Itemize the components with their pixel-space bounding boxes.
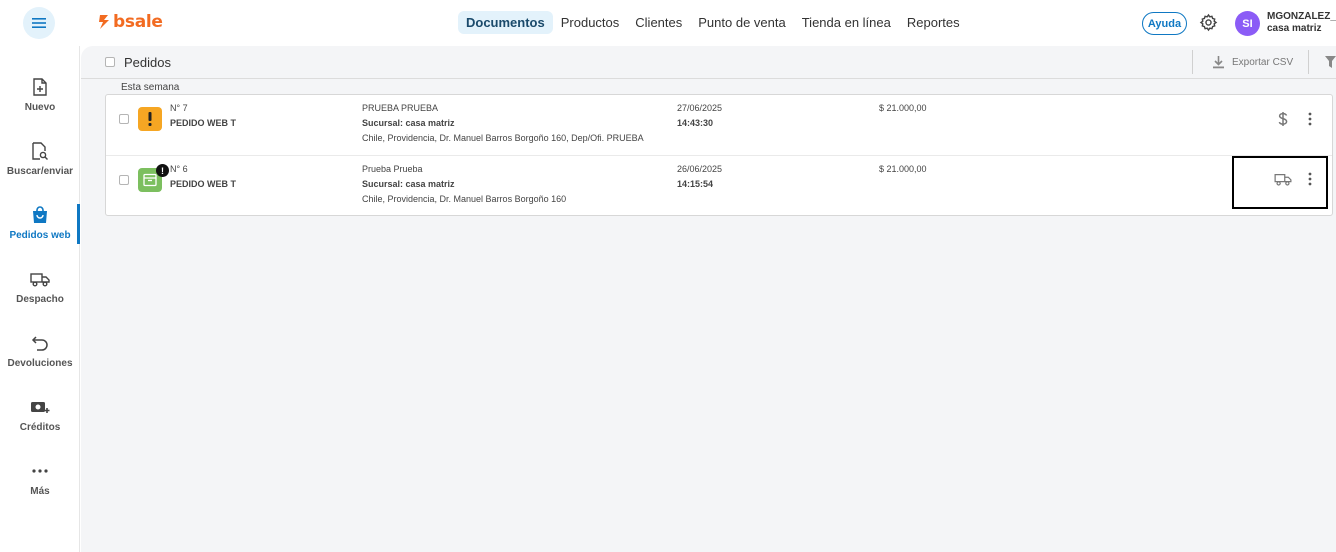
- user-name: MGONZALEZ_...: [1267, 11, 1336, 22]
- highlight-box: [1232, 156, 1328, 209]
- orders-list: N° 7 PEDIDO WEB T PRUEBA PRUEBA Sucursal…: [105, 94, 1333, 216]
- bsale-logo[interactable]: bsale: [98, 12, 163, 32]
- download-icon: [1213, 56, 1224, 69]
- order-date: 27/06/2025: [677, 103, 723, 113]
- row-checkbox[interactable]: [119, 175, 129, 185]
- order-row[interactable]: N° 7 PEDIDO WEB T PRUEBA PRUEBA Sucursal…: [106, 95, 1332, 155]
- top-bar: bsale Documentos Productos Clientes Punt…: [0, 0, 1336, 46]
- order-branch: Sucursal: casa matriz: [362, 118, 455, 128]
- exclamation-icon: [148, 112, 152, 126]
- sidebar-item-label: Pedidos web: [9, 230, 71, 241]
- return-arrow-icon: [31, 336, 48, 351]
- filter-icon: [1325, 56, 1336, 68]
- nav-clientes[interactable]: Clientes: [627, 11, 690, 34]
- file-plus-icon: [33, 78, 47, 96]
- help-button[interactable]: Ayuda: [1142, 12, 1187, 35]
- order-number: N° 7: [170, 103, 188, 113]
- sidebar-item-devoluciones[interactable]: Devoluciones: [0, 326, 80, 382]
- sidebar-item-label: Devoluciones: [7, 358, 73, 369]
- order-time: 14:43:30: [677, 118, 714, 128]
- order-amount: $ 21.000,00: [879, 164, 927, 174]
- order-type: PEDIDO WEB T: [170, 118, 237, 128]
- export-csv-button[interactable]: Exportar CSV: [1212, 55, 1293, 69]
- nav-productos[interactable]: Productos: [553, 11, 628, 34]
- row-checkbox[interactable]: [119, 114, 129, 124]
- order-address: Chile, Providencia, Dr. Manuel Barros Bo…: [362, 194, 567, 204]
- order-address: Chile, Providencia, Dr. Manuel Barros Bo…: [362, 133, 644, 143]
- archive-box-icon: [143, 173, 157, 187]
- order-time: 14:15:54: [677, 179, 714, 189]
- menu-button[interactable]: [23, 7, 55, 39]
- row-more-button[interactable]: [1302, 110, 1318, 128]
- order-date: 26/06/2025: [677, 164, 723, 174]
- file-search-icon: [32, 142, 48, 160]
- more-dots-icon: [32, 469, 48, 473]
- section-label: Esta semana: [121, 82, 180, 93]
- user-avatar[interactable]: SI: [1235, 11, 1260, 36]
- sidebar-item-label: Despacho: [16, 294, 64, 305]
- toolbar-divider: [1308, 50, 1309, 74]
- nav-tienda-en-linea[interactable]: Tienda en línea: [794, 11, 899, 34]
- order-branch: Sucursal: casa matriz: [362, 179, 455, 189]
- settings-button[interactable]: [1199, 13, 1218, 35]
- page-title: Pedidos: [124, 55, 171, 70]
- truck-icon: [30, 273, 50, 287]
- main-content: Pedidos Exportar CSV Esta semana N° 7 PE…: [81, 46, 1336, 552]
- alert-dot-icon: !: [156, 164, 169, 177]
- gear-icon: [1199, 13, 1218, 32]
- export-csv-label: Exportar CSV: [1232, 56, 1294, 68]
- order-client: PRUEBA PRUEBA: [362, 103, 439, 113]
- sidebar-item-creditos[interactable]: Créditos: [0, 390, 80, 446]
- sidebar-item-label: Buscar/enviar: [6, 166, 74, 177]
- sidebar-item-pedidos-web[interactable]: Pedidos web: [0, 198, 80, 254]
- order-row[interactable]: ! N° 6 PEDIDO WEB T Prueba Prueba Sucurs…: [106, 155, 1332, 215]
- payment-button[interactable]: [1274, 110, 1292, 128]
- order-type: PEDIDO WEB T: [170, 179, 237, 189]
- order-number: N° 6: [170, 164, 188, 174]
- sidebar-item-label: Créditos: [19, 422, 61, 433]
- sidebar-item-nuevo[interactable]: Nuevo: [0, 70, 80, 126]
- bsale-logo-mark-icon: [99, 15, 109, 29]
- sidebar-item-label: Más: [30, 486, 50, 497]
- order-client: Prueba Prueba: [362, 164, 423, 174]
- kebab-menu-icon: [1308, 112, 1312, 126]
- money-plus-icon: [31, 402, 50, 413]
- list-toolbar: Pedidos Exportar CSV: [81, 46, 1336, 79]
- toolbar-divider: [1192, 50, 1193, 74]
- hamburger-icon: [32, 18, 46, 28]
- nav-reportes[interactable]: Reportes: [899, 11, 968, 34]
- shopping-bag-icon: [33, 206, 47, 223]
- brand-name: bsale: [113, 12, 163, 32]
- user-branch: casa matriz: [1267, 23, 1322, 34]
- nav-documentos[interactable]: Documentos: [458, 11, 553, 34]
- status-warning-badge: [138, 107, 162, 131]
- sidebar-item-buscar-enviar[interactable]: Buscar/enviar: [0, 134, 80, 190]
- filter-button[interactable]: [1325, 56, 1336, 72]
- sidebar-item-label: Nuevo: [24, 102, 56, 113]
- sidebar-item-mas[interactable]: Más: [0, 454, 80, 510]
- order-amount: $ 21.000,00: [879, 103, 927, 113]
- main-nav: Documentos Productos Clientes Punto de v…: [458, 11, 968, 34]
- nav-punto-de-venta[interactable]: Punto de venta: [690, 11, 793, 34]
- dollar-icon: [1278, 112, 1288, 126]
- sidebar-item-despacho[interactable]: Despacho: [0, 262, 80, 318]
- sidebar: Nuevo Buscar/enviar Pedidos web Despacho: [0, 46, 80, 552]
- select-all-checkbox[interactable]: [105, 57, 115, 67]
- user-menu[interactable]: MGONZALEZ_... casa matriz: [1267, 11, 1336, 35]
